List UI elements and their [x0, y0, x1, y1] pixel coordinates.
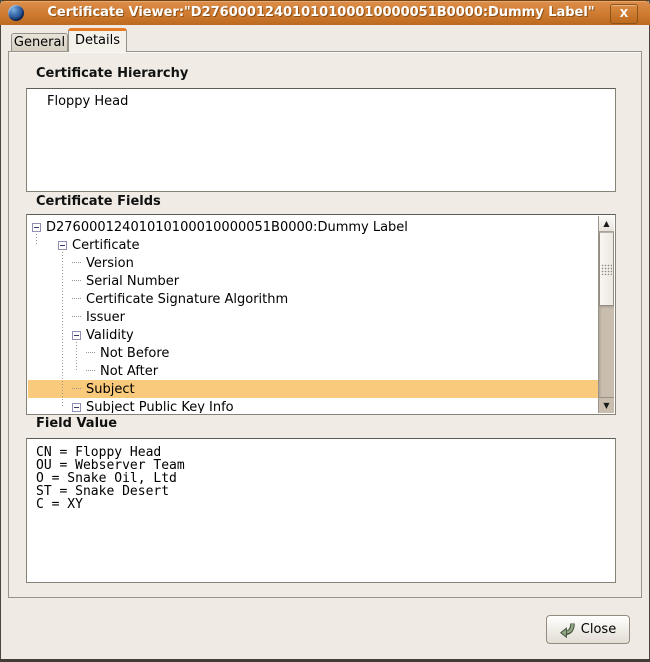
- titlebar[interactable]: Certificate Viewer:"D2760001240101010001…: [0, 0, 650, 25]
- tree-row[interactable]: Validity: [28, 326, 598, 344]
- tree-connector: [72, 280, 81, 282]
- collapse-expander-icon[interactable]: [72, 331, 81, 340]
- up-arrow-icon: ▲: [603, 219, 609, 228]
- tree-connector: [72, 262, 81, 264]
- tree-row-label: Certificate Signature Algorithm: [86, 292, 288, 307]
- tree-row-label: Certificate: [72, 238, 140, 253]
- close-icon: X: [620, 7, 628, 20]
- scrollbar-thumb[interactable]: [599, 232, 614, 306]
- tree-row-label: D27600012401010100010000051B0000:Dummy L…: [46, 220, 408, 235]
- tree-row-label: Not Before: [100, 346, 169, 361]
- certificate-hierarchy-label: Certificate Hierarchy: [36, 66, 188, 81]
- scrollbar-down-icon[interactable]: ▼: [599, 397, 614, 413]
- window-close-button[interactable]: X: [610, 4, 638, 24]
- tab-label: Details: [75, 31, 120, 51]
- collapse-expander-icon[interactable]: [72, 403, 81, 412]
- tree-row-label: Subject Public Key Info: [86, 400, 234, 414]
- tree-row[interactable]: Not After: [28, 362, 598, 380]
- tree-connector: [72, 388, 81, 390]
- field-value-line: C = XY: [36, 498, 615, 511]
- tree-row-label: Serial Number: [86, 274, 179, 289]
- tree-row-label: Version: [86, 256, 134, 271]
- scrollbar-up-icon[interactable]: ▲: [599, 216, 614, 232]
- tree-row-label: Subject: [86, 382, 135, 397]
- certificate-hierarchy-box[interactable]: Floppy Head: [26, 88, 616, 192]
- tree-row-label: Validity: [86, 328, 134, 343]
- tree-scrollbar[interactable]: ▲ ▼: [598, 216, 614, 413]
- tab-label: General: [14, 34, 65, 51]
- field-value-line: ST = Snake Desert: [36, 485, 615, 498]
- tree-connector: [72, 298, 81, 300]
- tree-row[interactable]: Subject Public Key Info: [28, 398, 598, 413]
- tree-connector: [72, 316, 81, 318]
- tree-row[interactable]: D27600012401010100010000051B0000:Dummy L…: [28, 218, 598, 236]
- tab-details[interactable]: Details: [68, 28, 127, 52]
- collapse-expander-icon[interactable]: [58, 241, 67, 250]
- certificate-viewer-window: Certificate Viewer:"D2760001240101010001…: [0, 0, 650, 662]
- field-value-box[interactable]: CN = Floppy HeadOU = Webserver TeamO = S…: [26, 438, 616, 583]
- details-tab-panel: Certificate Hierarchy Floppy Head Certif…: [8, 51, 642, 598]
- close-button-label: Close: [581, 622, 616, 637]
- tree-row[interactable]: Version: [28, 254, 598, 272]
- tree-row[interactable]: Not Before: [28, 344, 598, 362]
- tree-row[interactable]: Subject: [28, 380, 598, 398]
- close-arrow-icon: [560, 622, 576, 638]
- tree-row[interactable]: Issuer: [28, 308, 598, 326]
- certificate-fields-tree[interactable]: D27600012401010100010000051B0000:Dummy L…: [26, 214, 616, 415]
- tree-row[interactable]: Serial Number: [28, 272, 598, 290]
- scrollbar-grip-icon: [601, 264, 612, 275]
- tree-row[interactable]: Certificate: [28, 236, 598, 254]
- certificate-fields-label: Certificate Fields: [36, 194, 161, 209]
- scrollbar-trough[interactable]: [599, 306, 614, 398]
- window-title: Certificate Viewer:"D2760001240101010001…: [40, 1, 602, 25]
- collapse-expander-icon[interactable]: [32, 223, 41, 232]
- tab-general[interactable]: General: [11, 33, 68, 51]
- tree-connector: [86, 352, 95, 354]
- tree-row[interactable]: Certificate Signature Algorithm: [28, 290, 598, 308]
- globe-icon: [8, 5, 24, 21]
- tree-row-label: Not After: [100, 364, 158, 379]
- hierarchy-item[interactable]: Floppy Head: [27, 89, 615, 109]
- down-arrow-icon: ▼: [603, 401, 609, 410]
- close-button[interactable]: Close: [546, 615, 630, 644]
- tree-row-label: Issuer: [86, 310, 125, 325]
- tree-connector: [86, 370, 95, 372]
- field-value-label: Field Value: [36, 416, 117, 431]
